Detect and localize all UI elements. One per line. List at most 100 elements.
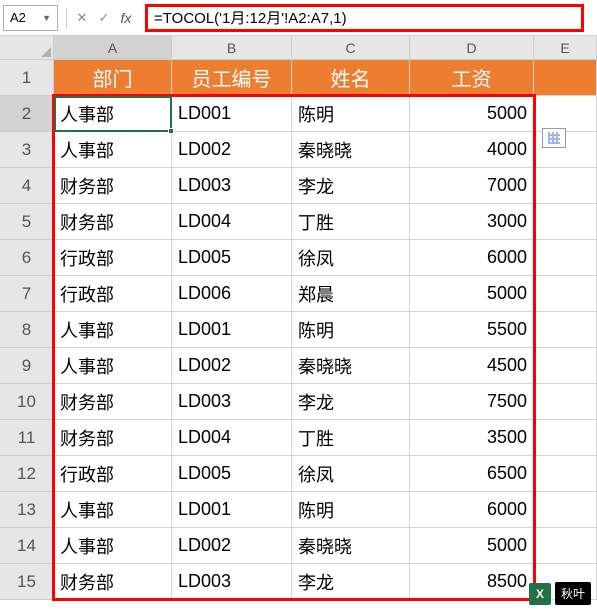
cell-salary[interactable]: 4500 xyxy=(410,348,534,384)
col-header-a[interactable]: A xyxy=(54,36,172,60)
cell-salary[interactable]: 7000 xyxy=(410,168,534,204)
select-all-corner[interactable] xyxy=(0,36,54,60)
col-header-b[interactable]: B xyxy=(172,36,292,60)
cell-dept[interactable]: 行政部 xyxy=(54,276,172,312)
cell-empid[interactable]: LD005 xyxy=(172,456,292,492)
cell-dept[interactable]: 财务部 xyxy=(54,168,172,204)
cell-empid[interactable]: LD004 xyxy=(172,420,292,456)
row-header[interactable]: 7 xyxy=(0,276,54,312)
cell-empty[interactable] xyxy=(534,276,597,312)
row-header[interactable]: 12 xyxy=(0,456,54,492)
cell-name[interactable]: 郑晨 xyxy=(292,276,410,312)
cell-name[interactable]: 丁胜 xyxy=(292,204,410,240)
cell-empty[interactable] xyxy=(534,96,597,132)
cell-empty[interactable] xyxy=(534,240,597,276)
cell-name[interactable]: 秦晓晓 xyxy=(292,348,410,384)
row-header[interactable]: 3 xyxy=(0,132,54,168)
cell-empid[interactable]: LD001 xyxy=(172,312,292,348)
cell-empid[interactable]: LD002 xyxy=(172,132,292,168)
cell-e1[interactable] xyxy=(534,60,597,96)
cell-salary[interactable]: 5000 xyxy=(410,528,534,564)
cell-salary[interactable]: 5000 xyxy=(410,96,534,132)
cell-empty[interactable] xyxy=(534,420,597,456)
cell-salary[interactable]: 7500 xyxy=(410,384,534,420)
header-name[interactable]: 姓名 xyxy=(292,60,410,96)
cell-dept[interactable]: 人事部 xyxy=(54,492,172,528)
cell-salary[interactable]: 6000 xyxy=(410,492,534,528)
cell-name[interactable]: 徐凤 xyxy=(292,240,410,276)
cell-salary[interactable]: 6500 xyxy=(410,456,534,492)
cell-name[interactable]: 陈明 xyxy=(292,96,410,132)
dropdown-icon[interactable]: ▼ xyxy=(42,13,51,23)
cell-dept[interactable]: 财务部 xyxy=(54,564,172,600)
cell-dept[interactable]: 人事部 xyxy=(54,312,172,348)
cell-salary[interactable]: 5500 xyxy=(410,312,534,348)
cell-name[interactable]: 丁胜 xyxy=(292,420,410,456)
cell-salary[interactable]: 4000 xyxy=(410,132,534,168)
cell-dept[interactable]: 人事部 xyxy=(54,348,172,384)
check-icon[interactable]: ✓ xyxy=(93,6,115,30)
row-header[interactable]: 9 xyxy=(0,348,54,384)
cancel-icon[interactable]: ✕ xyxy=(71,6,93,30)
cell-dept[interactable]: 财务部 xyxy=(54,384,172,420)
cell-empty[interactable] xyxy=(534,492,597,528)
cell-empty[interactable] xyxy=(534,348,597,384)
row-header[interactable]: 13 xyxy=(0,492,54,528)
cell-name[interactable]: 李龙 xyxy=(292,384,410,420)
cell-salary[interactable]: 8500 xyxy=(410,564,534,600)
row-header[interactable]: 4 xyxy=(0,168,54,204)
cell-salary[interactable]: 5000 xyxy=(410,276,534,312)
cell-empty[interactable] xyxy=(534,384,597,420)
cell-dept[interactable]: 行政部 xyxy=(54,240,172,276)
fx-icon[interactable]: fx xyxy=(115,6,137,30)
col-header-c[interactable]: C xyxy=(292,36,410,60)
header-dept[interactable]: 部门 xyxy=(54,60,172,96)
cell-empty[interactable] xyxy=(534,528,597,564)
row-header[interactable]: 14 xyxy=(0,528,54,564)
cell-salary[interactable]: 3500 xyxy=(410,420,534,456)
formula-input[interactable]: =TOCOL('1月:12月'!A2:A7,1) xyxy=(145,4,584,32)
cell-name[interactable]: 秦晓晓 xyxy=(292,132,410,168)
cell-dept[interactable]: 行政部 xyxy=(54,456,172,492)
row-header[interactable]: 5 xyxy=(0,204,54,240)
col-header-d[interactable]: D xyxy=(410,36,534,60)
cell-salary[interactable]: 6000 xyxy=(410,240,534,276)
cell-empid[interactable]: LD001 xyxy=(172,96,292,132)
cell-empid[interactable]: LD006 xyxy=(172,276,292,312)
cell-empid[interactable]: LD003 xyxy=(172,168,292,204)
row-header[interactable]: 8 xyxy=(0,312,54,348)
cell-empid[interactable]: LD001 xyxy=(172,492,292,528)
name-box[interactable]: A2 ▼ xyxy=(3,5,58,31)
cell-empty[interactable] xyxy=(534,204,597,240)
cell-dept[interactable]: 人事部 xyxy=(54,96,172,132)
cell-empid[interactable]: LD005 xyxy=(172,240,292,276)
cell-name[interactable]: 秦晓晓 xyxy=(292,528,410,564)
cell-dept[interactable]: 人事部 xyxy=(54,528,172,564)
header-empid[interactable]: 员工编号 xyxy=(172,60,292,96)
cell-empid[interactable]: LD004 xyxy=(172,204,292,240)
cell-name[interactable]: 陈明 xyxy=(292,312,410,348)
row-header-1[interactable]: 1 xyxy=(0,60,54,96)
cell-salary[interactable]: 3000 xyxy=(410,204,534,240)
cell-empty[interactable] xyxy=(534,456,597,492)
cell-name[interactable]: 李龙 xyxy=(292,168,410,204)
cell-empty[interactable] xyxy=(534,168,597,204)
cell-name[interactable]: 徐凤 xyxy=(292,456,410,492)
row-header[interactable]: 10 xyxy=(0,384,54,420)
row-header[interactable]: 11 xyxy=(0,420,54,456)
col-header-e[interactable]: E xyxy=(534,36,597,60)
cell-name[interactable]: 陈明 xyxy=(292,492,410,528)
cell-empid[interactable]: LD002 xyxy=(172,528,292,564)
row-header[interactable]: 6 xyxy=(0,240,54,276)
cell-dept[interactable]: 人事部 xyxy=(54,132,172,168)
fill-handle[interactable] xyxy=(168,128,174,134)
row-header[interactable]: 2 xyxy=(0,96,54,132)
cell-name[interactable]: 李龙 xyxy=(292,564,410,600)
cell-empid[interactable]: LD002 xyxy=(172,348,292,384)
cell-empid[interactable]: LD003 xyxy=(172,384,292,420)
cell-empid[interactable]: LD003 xyxy=(172,564,292,600)
autofill-options-icon[interactable] xyxy=(542,128,566,148)
cell-empty[interactable] xyxy=(534,312,597,348)
cell-dept[interactable]: 财务部 xyxy=(54,420,172,456)
row-header[interactable]: 15 xyxy=(0,564,54,600)
